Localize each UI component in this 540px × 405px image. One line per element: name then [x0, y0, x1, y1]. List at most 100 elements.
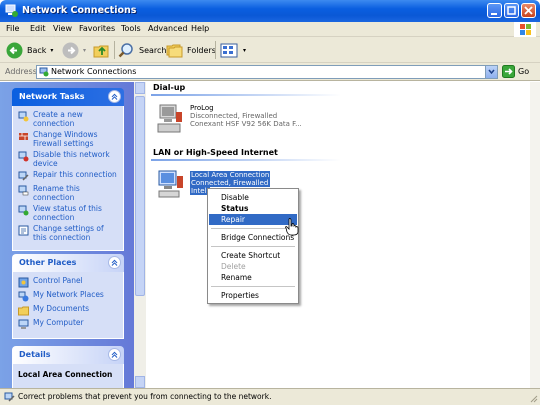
- connection-name: Local Area Connection: [190, 171, 271, 179]
- settings-icon: [18, 225, 29, 236]
- menu-properties[interactable]: Properties: [209, 290, 297, 301]
- task-disable-device[interactable]: Disable this network device: [18, 150, 119, 168]
- address-dropdown[interactable]: [485, 66, 497, 78]
- resize-grip-icon[interactable]: [528, 393, 538, 403]
- group-divider: [151, 94, 341, 96]
- repair-icon: [18, 171, 29, 181]
- network-places-icon: [18, 291, 29, 302]
- menu-repair[interactable]: Repair: [209, 214, 297, 225]
- task-label: View status of this connection: [33, 204, 102, 222]
- windows-logo: [514, 22, 536, 37]
- chevron-up-icon[interactable]: [108, 90, 121, 103]
- back-dropdown-icon[interactable]: ▾: [50, 47, 53, 54]
- menu-file[interactable]: File: [6, 24, 19, 33]
- disable-network-icon: [18, 151, 29, 162]
- views-button[interactable]: ▾: [220, 40, 246, 60]
- menu-status[interactable]: Status: [209, 203, 297, 214]
- close-button[interactable]: [521, 3, 536, 18]
- menu-edit[interactable]: Edit: [30, 24, 46, 33]
- folders-button[interactable]: Folders: [166, 40, 216, 60]
- menu-bar: File Edit View Favorites Tools Advanced …: [0, 22, 540, 37]
- maximize-button[interactable]: [504, 3, 519, 18]
- menu-bridge-connections[interactable]: Bridge Connections: [209, 232, 297, 243]
- back-label: Back: [27, 45, 47, 55]
- menu-separator: [211, 286, 295, 287]
- menu-view[interactable]: View: [53, 24, 72, 33]
- place-label: Control Panel: [33, 276, 83, 285]
- place-my-network-places[interactable]: My Network Places: [18, 290, 119, 302]
- views-icon: [220, 43, 238, 57]
- other-places-header[interactable]: Other Places: [12, 254, 124, 272]
- other-places-title: Other Places: [19, 258, 77, 267]
- place-label: My Network Places: [33, 290, 104, 299]
- chevron-up-icon[interactable]: [108, 348, 121, 361]
- connection-status: Connected, Firewalled: [190, 179, 271, 187]
- task-pane-scrollbar[interactable]: [134, 82, 146, 388]
- group-divider: [151, 159, 341, 161]
- maximize-icon: [507, 6, 516, 15]
- context-menu: Disable Status Repair Bridge Connections…: [207, 188, 299, 304]
- other-places-body: Control Panel My Network Places My Docum…: [12, 272, 124, 339]
- network-tasks-panel: Network Tasks Create a new connection Ch…: [12, 88, 124, 251]
- go-button[interactable]: Go: [502, 65, 529, 78]
- go-arrow-icon: [502, 65, 515, 78]
- task-view-status[interactable]: View status of this connection: [18, 204, 119, 222]
- menu-create-shortcut[interactable]: Create Shortcut: [209, 250, 297, 261]
- control-panel-icon: [18, 277, 29, 288]
- windows-flag-icon: [520, 24, 531, 35]
- documents-folder-icon: [18, 306, 29, 316]
- place-my-computer[interactable]: My Computer: [18, 318, 119, 330]
- go-label: Go: [518, 67, 530, 76]
- back-button[interactable]: Back ▾: [6, 40, 53, 60]
- place-control-panel[interactable]: Control Panel: [18, 276, 119, 288]
- menu-delete: Delete: [221, 262, 246, 271]
- dialup-connection-icon: [157, 104, 182, 133]
- menu-favorites[interactable]: Favorites: [79, 24, 115, 33]
- connection-device: Conexant HSF V92 56K Data F...: [190, 120, 302, 128]
- task-change-firewall[interactable]: Change Windows Firewall settings: [18, 130, 119, 148]
- menu-help[interactable]: Help: [191, 24, 209, 33]
- scroll-down-button[interactable]: [135, 376, 145, 388]
- group-header-dialup: Dial-up: [153, 83, 186, 92]
- task-label: Change Windows Firewall settings: [33, 130, 98, 148]
- up-folder-button[interactable]: [93, 40, 110, 60]
- title-bar[interactable]: Network Connections: [0, 0, 540, 22]
- details-title: Details: [19, 350, 51, 359]
- address-bar: Address Network Connections Go: [0, 63, 540, 81]
- details-subtitle: Local Area Connection: [18, 370, 113, 379]
- menu-rename[interactable]: Rename: [209, 272, 297, 283]
- task-repair-connection[interactable]: Repair this connection: [18, 170, 119, 182]
- new-connection-icon: [18, 111, 29, 122]
- task-create-connection[interactable]: Create a new connection: [18, 110, 119, 128]
- connections-view[interactable]: Dial-up ProLog Disconnected, Firewalled …: [146, 82, 540, 388]
- minimize-icon: [491, 13, 497, 15]
- network-tasks-title: Network Tasks: [19, 92, 85, 101]
- menu-advanced[interactable]: Advanced: [148, 24, 188, 33]
- place-my-documents[interactable]: My Documents: [18, 304, 119, 316]
- forward-dropdown-icon[interactable]: ▾: [83, 47, 86, 54]
- menu-tools[interactable]: Tools: [121, 24, 141, 33]
- task-label: Create a new connection: [33, 110, 83, 128]
- menu-separator: [211, 246, 295, 247]
- back-arrow-icon: [6, 42, 23, 58]
- task-rename-connection[interactable]: Rename this connection: [18, 184, 119, 202]
- task-pane-scroll-thumb[interactable]: [135, 96, 145, 296]
- network-connections-icon: [5, 4, 18, 17]
- scroll-up-button[interactable]: [135, 82, 145, 94]
- details-header[interactable]: Details: [12, 346, 124, 364]
- minimize-button[interactable]: [487, 3, 502, 18]
- firewall-icon: [19, 133, 28, 140]
- address-input[interactable]: Network Connections: [36, 65, 498, 79]
- forward-button[interactable]: ▾: [62, 40, 86, 60]
- task-change-settings[interactable]: Change settings of this connection: [18, 224, 119, 242]
- connection-status: Disconnected, Firewalled: [190, 112, 278, 120]
- group-header-lan: LAN or High-Speed Internet: [153, 148, 278, 157]
- content-scrollbar[interactable]: [530, 82, 540, 388]
- status-icon: [18, 205, 29, 216]
- search-button[interactable]: Search: [118, 40, 166, 60]
- views-dropdown-icon[interactable]: ▾: [243, 47, 246, 54]
- network-tasks-header[interactable]: Network Tasks: [12, 88, 124, 106]
- chevron-up-icon[interactable]: [108, 256, 121, 269]
- menu-disable[interactable]: Disable: [209, 192, 297, 203]
- menu-separator: [211, 228, 295, 229]
